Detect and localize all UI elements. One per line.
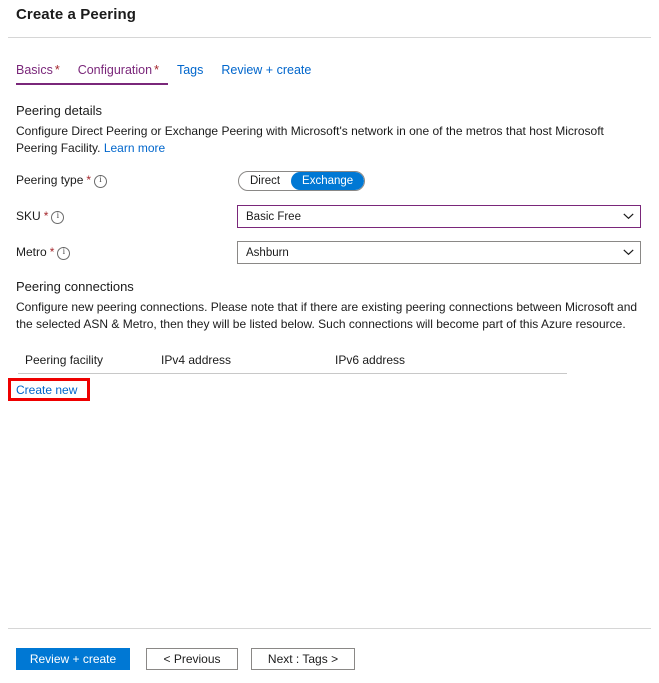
sku-required: * [43,209,49,223]
metro-dropdown[interactable]: Ashburn [237,241,641,264]
metro-dropdown-value: Ashburn [246,246,289,259]
sku-label: SKU * [16,209,65,224]
peering-details-heading: Peering details [16,103,102,118]
metro-label-text: Metro [16,245,47,259]
info-circle-icon[interactable] [57,246,71,260]
peering-connections-heading: Peering connections [16,279,134,294]
column-header-ipv6-address: IPv6 address [335,353,406,367]
peering-type-option-exchange[interactable]: Exchange [291,172,365,190]
table-header-row: Peering facility IPv4 address IPv6 addre… [18,350,567,374]
chevron-down-icon [616,213,640,220]
sku-dropdown[interactable]: Basic Free [237,205,641,228]
learn-more-link[interactable]: Learn more [104,141,165,155]
tab-review-create[interactable]: Review + create [212,62,320,85]
tab-strip: Basics * Configuration * Tags Review + cre… [16,62,320,90]
header-divider [8,37,651,38]
tab-tags[interactable]: Tags [168,62,212,85]
peering-details-description: Configure Direct Peering or Exchange Pee… [16,123,616,157]
info-circle-icon[interactable] [51,210,65,224]
create-new-link[interactable]: Create new [16,383,77,397]
peering-type-label-text: Peering type [16,173,84,187]
tab-basics-label: Basics [16,63,53,77]
tab-tags-label: Tags [176,63,204,77]
peering-connections-table: Peering facility IPv4 address IPv6 addre… [18,350,567,374]
column-header-ipv4-address: IPv4 address [161,353,232,367]
page-title: Create a Peering [16,6,136,23]
next-tags-button[interactable]: Next : Tags > [251,648,355,670]
peering-connections-description: Configure new peering connections. Pleas… [16,300,638,331]
metro-label: Metro * [16,245,71,260]
peering-type-label: Peering type * [16,173,108,188]
peering-type-required: * [86,173,92,187]
review-create-button[interactable]: Review + create [16,648,130,670]
chevron-down-icon [616,249,640,256]
tab-basics-required: * [54,63,60,77]
info-circle-icon[interactable] [94,174,108,188]
footer-divider [8,628,651,629]
tab-review-create-label: Review + create [221,63,312,77]
sku-dropdown-value: Basic Free [246,210,301,223]
tab-configuration[interactable]: Configuration * [68,62,169,85]
tab-configuration-label: Configuration [77,63,153,77]
peering-type-option-direct[interactable]: Direct [239,172,291,190]
peering-type-toggle[interactable]: Direct Exchange [238,171,366,191]
metro-required: * [49,245,55,259]
tab-basics[interactable]: Basics * [16,62,69,85]
sku-label-text: SKU [16,209,41,223]
column-header-peering-facility: Peering facility [25,353,104,367]
tab-configuration-required: * [154,63,159,77]
previous-button[interactable]: < Previous [146,648,238,670]
